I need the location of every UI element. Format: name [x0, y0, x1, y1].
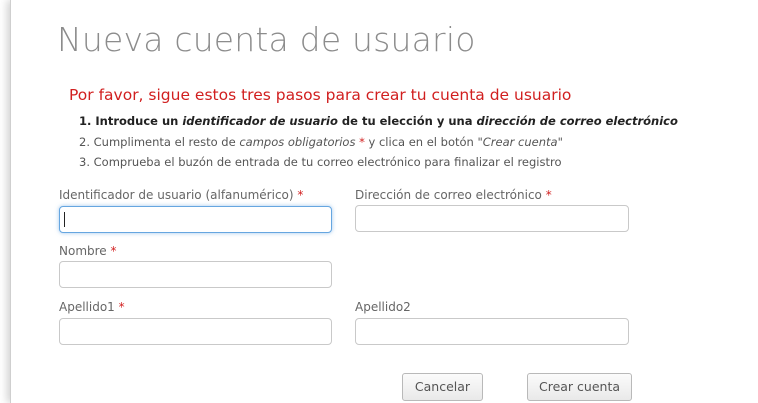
steps-list: 1. Introduce un identificador de usuario…: [79, 111, 678, 173]
required-marker: *: [118, 300, 125, 314]
page-title: Nueva cuenta de usuario: [57, 20, 476, 59]
email-label: Dirección de correo electrónico *: [355, 188, 552, 202]
surname2-label: Apellido2: [355, 300, 411, 314]
required-marker: *: [110, 244, 117, 258]
step-3: 3. Comprueba el buzón de entrada de tu c…: [79, 155, 562, 169]
step-2: 2. Cumplimenta el resto de campos obliga…: [79, 134, 563, 149]
surname2-input[interactable]: [355, 318, 629, 345]
email-input[interactable]: [355, 205, 629, 232]
dialog-window: Nueva cuenta de usuario Por favor, sigue…: [10, 0, 758, 403]
text-caret: [64, 212, 65, 227]
instructions-heading: Por favor, sigue estos tres pasos para c…: [69, 86, 572, 104]
step-1: 1. Introduce un identificador de usuario…: [79, 114, 678, 128]
cancel-button[interactable]: Cancelar: [402, 373, 483, 401]
surname1-label: Apellido1 *: [59, 300, 125, 314]
create-account-button[interactable]: Crear cuenta: [527, 373, 632, 401]
username-input[interactable]: [59, 206, 332, 233]
surname1-input[interactable]: [59, 318, 332, 345]
required-marker: *: [545, 188, 552, 202]
name-input[interactable]: [59, 261, 332, 288]
name-label: Nombre *: [59, 244, 117, 258]
required-marker: *: [297, 188, 304, 202]
username-label: Identificador de usuario (alfanumérico) …: [59, 188, 304, 202]
